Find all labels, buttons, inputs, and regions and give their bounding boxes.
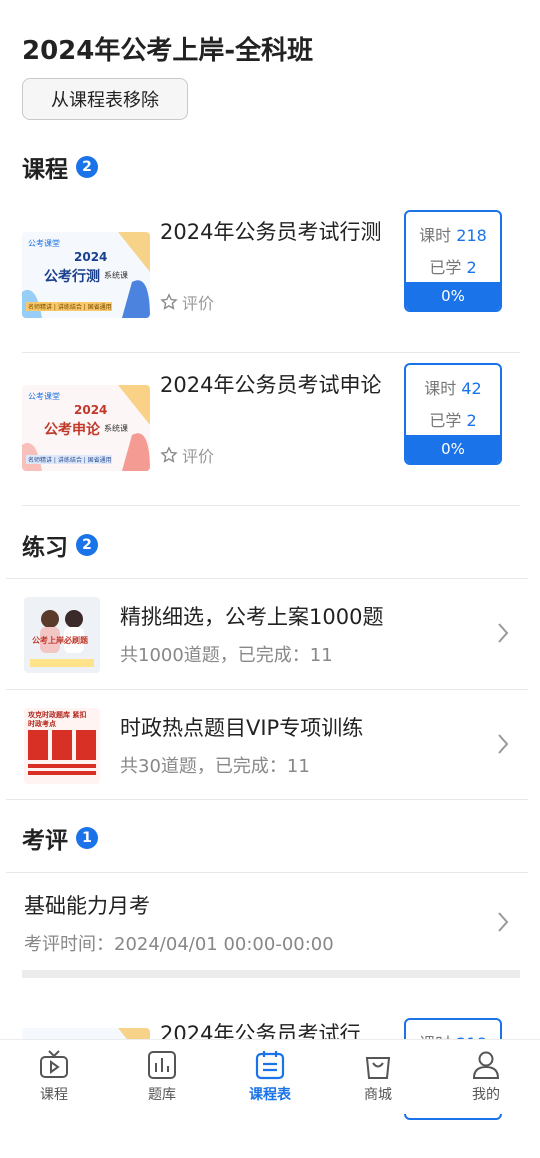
thumb-strip-text: 名师精讲 | 讲练结合 | 国省通用 [28,457,112,464]
thumb-course-name: 公考申论 [44,422,100,438]
chevron-right-icon [498,912,509,932]
rate-button[interactable]: 评价 [160,290,214,314]
thumb-tag: 系统课 [104,424,128,433]
thumb-strip-text: 名师精讲 | 讲练结合 | 国省通用 [28,304,112,311]
tv-icon [40,1050,68,1078]
chevron-right-icon [498,623,509,643]
hours-value: 42 [461,379,482,398]
thumb-year: 2024 [74,403,108,417]
rate-button[interactable]: 评价 [160,443,214,467]
courses-section-header: 课程 2 [22,150,98,184]
course-card[interactable]: 公考课堂 2024 公考行测 系统课 名师精讲 | 讲练结合 | 国省通用 20… [22,210,520,350]
thumb-course-name: 公考行测 [44,269,100,285]
hours-label: 课时 [424,379,457,398]
course-title[interactable]: 2024年公务员考试申论 [160,369,392,401]
star-icon [160,446,178,463]
remove-from-schedule-button[interactable]: 从课程表移除 [22,78,188,120]
progress-bar: 0% [406,282,500,310]
exam-title: 基础能力月考 [24,894,150,918]
section-separator [22,970,520,978]
course-card[interactable]: 公考课堂 2024 公考申论 系统课 名师精讲 | 讲练结合 | 国省通用 20… [22,363,520,503]
course-title[interactable]: 2024年公务员考试行测 [160,216,392,248]
exams-section-header: 考评 1 [22,821,98,855]
tab-mine[interactable]: 我的 [432,1040,540,1114]
thumb-logo: 公考课堂 [28,239,60,248]
page-title: 2024年公考上岸-全科班 [22,36,314,66]
practice-item[interactable]: 攻克时政题库 紧扣时政考点 时政热点题目VIP专项训练 共30道题，已完成：11 [6,690,528,800]
learned-value: 2 [466,411,477,430]
course-thumbnail: 公考课堂 2024 公考行测 系统课 名师精讲 | 讲练结合 | 国省通用 [22,232,150,318]
bottom-tab-bar: 课程 题库 课程表 商城 我的 [0,1039,540,1114]
practice-thumbnail: 公考上岸必刷题 [24,597,100,673]
user-icon [472,1051,500,1079]
thumb-year: 2024 [74,250,108,264]
course-thumbnail: 公考课堂 2024 公考申论 系统课 名师精讲 | 讲练结合 | 国省通用 [22,385,150,471]
learned-label: 已学 [429,258,462,277]
tab-label: 题库 [148,1087,176,1103]
hours-label: 课时 [419,226,452,245]
star-icon [160,293,178,310]
tab-label: 我的 [472,1087,500,1103]
count-badge: 2 [76,156,98,178]
exam-time: 考评时间：2024/04/01 00:00-00:00 [24,934,334,955]
divider [22,505,520,506]
thumb-text: 攻克时政题库 紧扣时政考点 [28,711,87,728]
count-badge: 1 [76,827,98,849]
divider [6,872,528,873]
tab-schedule[interactable]: 课程表 [216,1040,324,1114]
rate-label: 评价 [182,294,215,313]
divider [6,799,528,800]
learned-label: 已学 [429,411,462,430]
section-title: 练习 [22,535,68,561]
practice-title: 精挑细选，公考上案1000题 [120,605,384,629]
chevron-right-icon [498,734,509,754]
chart-icon [148,1051,176,1079]
tab-label: 课程表 [249,1087,291,1103]
practice-item[interactable]: 公考上岸必刷题 精挑细选，公考上案1000题 共1000道题，已完成：11 [6,579,528,689]
course-stats: 课时 42 已学 2 0% [404,363,502,465]
tab-label: 课程 [40,1087,68,1103]
practice-thumbnail: 攻克时政题库 紧扣时政考点 [24,708,100,784]
learned-value: 2 [466,258,477,277]
progress-bar: 0% [406,435,500,463]
bag-icon [365,1057,391,1079]
tab-store[interactable]: 商城 [324,1040,432,1114]
thumb-tag: 系统课 [104,271,128,280]
exam-item[interactable]: 基础能力月考 考评时间：2024/04/01 00:00-00:00 [6,874,528,970]
tab-question-bank[interactable]: 题库 [108,1040,216,1114]
course-stats: 课时 218 已学 2 0% [404,210,502,312]
count-badge: 2 [76,534,98,556]
section-title: 考评 [22,828,68,854]
practice-title: 时政热点题目VIP专项训练 [120,716,364,740]
calendar-icon [255,1051,285,1080]
practice-progress: 共1000道题，已完成：11 [120,645,333,666]
tab-courses[interactable]: 课程 [0,1040,108,1114]
hours-value: 218 [456,226,487,245]
rate-label: 评价 [182,447,215,466]
practice-progress: 共30道题，已完成：11 [120,756,310,777]
tab-label: 商城 [364,1087,392,1103]
section-title: 课程 [22,157,68,183]
thumb-text: 公考上岸必刷题 [32,636,88,645]
thumb-logo: 公考课堂 [28,392,60,401]
practice-section-header: 练习 2 [22,528,98,562]
divider [22,352,520,353]
